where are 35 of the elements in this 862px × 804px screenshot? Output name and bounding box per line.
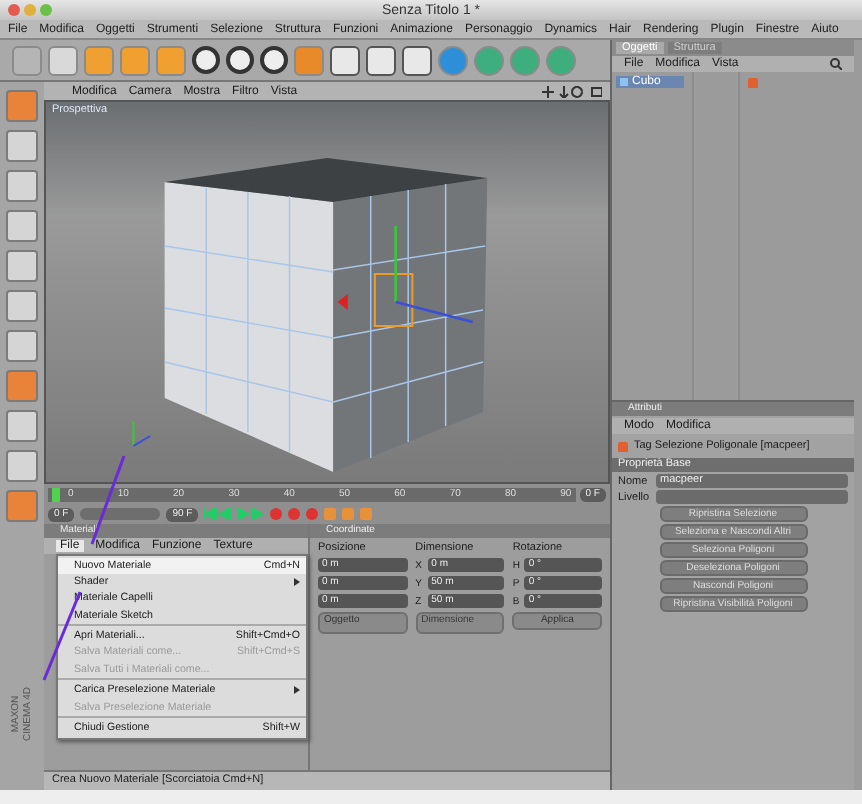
world-axis-icon	[132, 422, 151, 447]
cube-drawing[interactable]	[163, 158, 488, 472]
mode-tool-icon[interactable]	[6, 330, 38, 362]
mode-tool-icon[interactable]	[6, 290, 38, 322]
view-navigation-icon[interactable]	[542, 85, 602, 97]
submenu-arrow-icon	[294, 578, 300, 586]
mode-tool-icon[interactable]	[6, 450, 38, 482]
mode-tool-icon[interactable]	[6, 170, 38, 202]
toolbar-tool-icon[interactable]	[330, 45, 360, 75]
record-key-icon[interactable]	[306, 508, 319, 520]
text-field[interactable]	[656, 490, 848, 504]
mode-tool-icon[interactable]	[6, 250, 38, 282]
mode-tool-icon[interactable]	[6, 130, 38, 162]
playhead-handle[interactable]	[52, 487, 60, 501]
record-key-icon[interactable]	[288, 508, 301, 520]
range-slider[interactable]	[80, 508, 161, 520]
mode-tool-icon[interactable]	[6, 90, 38, 122]
mode-tool-icon[interactable]	[6, 370, 38, 402]
zoom-button[interactable]	[40, 4, 52, 16]
playback-controls-icon[interactable]	[204, 508, 265, 520]
mode-tool-icon[interactable]	[6, 210, 38, 242]
mode-tool-icon[interactable]	[6, 410, 38, 442]
toolbar-tool-icon[interactable]	[192, 46, 220, 74]
toolbar-tool-icon[interactable]	[402, 45, 432, 75]
toolbar-tool-icon[interactable]	[226, 46, 254, 74]
record-key-icon[interactable]	[270, 508, 283, 520]
search-icon[interactable]	[830, 58, 842, 70]
selection-tag-icon	[618, 441, 628, 451]
mode-tool-icon[interactable]	[6, 490, 38, 522]
selection-tag-icon[interactable]	[748, 78, 758, 88]
toolbar-tool-icon[interactable]	[366, 45, 396, 75]
minimize-button[interactable]	[24, 4, 36, 16]
toolbar-tool-icon[interactable]	[260, 46, 288, 74]
close-button[interactable]	[8, 4, 20, 16]
submenu-arrow-icon	[294, 686, 300, 694]
